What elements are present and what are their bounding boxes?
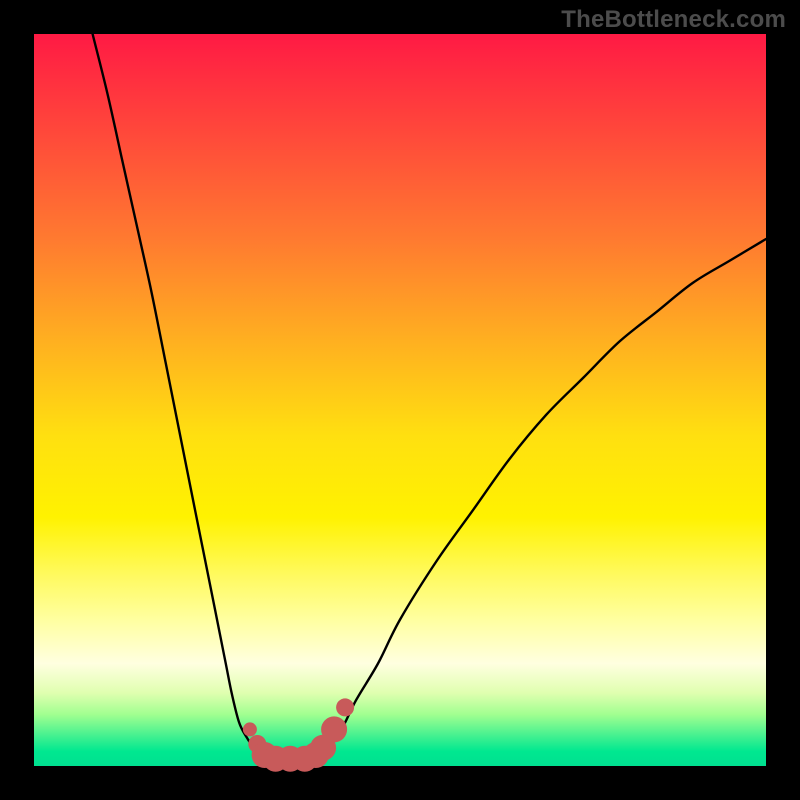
watermark-text: TheBottleneck.com xyxy=(561,6,786,34)
valley-dot xyxy=(321,716,347,742)
valley-dot xyxy=(336,698,354,716)
chart-frame: TheBottleneck.com xyxy=(0,0,800,800)
curve-layer xyxy=(34,34,766,766)
bottleneck-curve xyxy=(93,34,766,759)
valley-dot xyxy=(243,722,257,736)
plot-area xyxy=(34,34,766,766)
